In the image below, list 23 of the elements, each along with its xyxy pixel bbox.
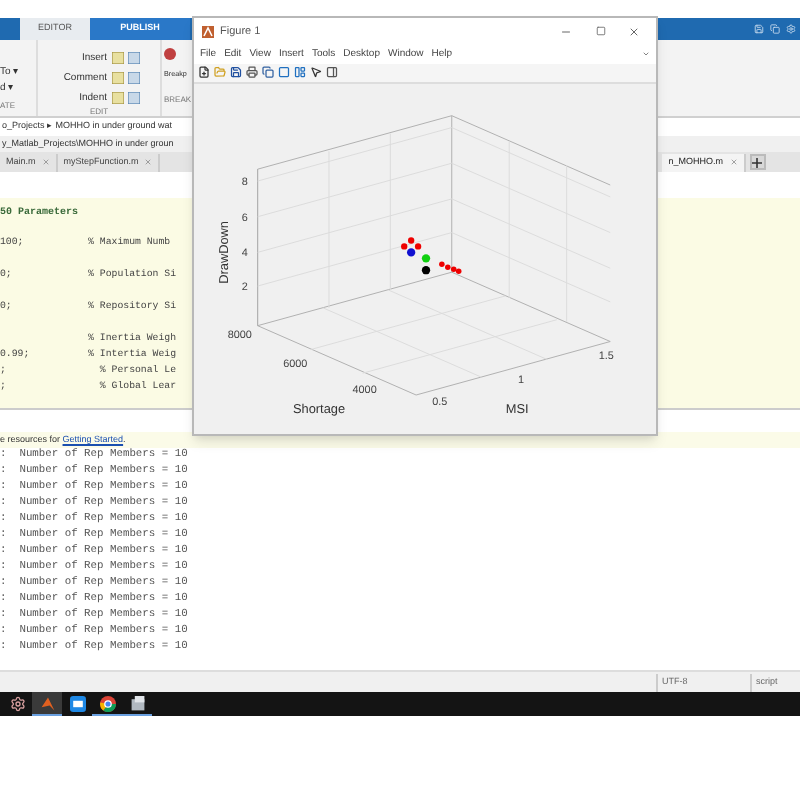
gear-icon [9, 695, 25, 711]
breakpoint-icon [164, 48, 176, 60]
add-tab-button[interactable] [749, 154, 766, 170]
minimize-icon [560, 25, 572, 38]
scatter-points-drawing [401, 236, 462, 274]
new-file-icon[interactable] [198, 66, 210, 79]
maximize-icon [595, 26, 605, 37]
close-icon [628, 25, 640, 38]
pointer-icon[interactable] [310, 66, 322, 79]
windows-icon[interactable] [262, 66, 274, 79]
browser-logo-icon [99, 695, 115, 711]
printer-icon[interactable] [246, 66, 258, 79]
app-icon [129, 695, 145, 711]
save-icon[interactable] [230, 66, 242, 79]
mail-app-icon [69, 695, 85, 711]
panel-icon[interactable] [326, 66, 338, 79]
figure-icon [202, 25, 214, 38]
square-icon[interactable] [278, 66, 290, 79]
taskbar-button[interactable] [122, 692, 152, 716]
taskbar-button[interactable] [92, 692, 122, 716]
copy-icon[interactable] [770, 24, 780, 34]
settings-icon[interactable] [786, 24, 796, 34]
panel-icon[interactable] [294, 66, 306, 79]
